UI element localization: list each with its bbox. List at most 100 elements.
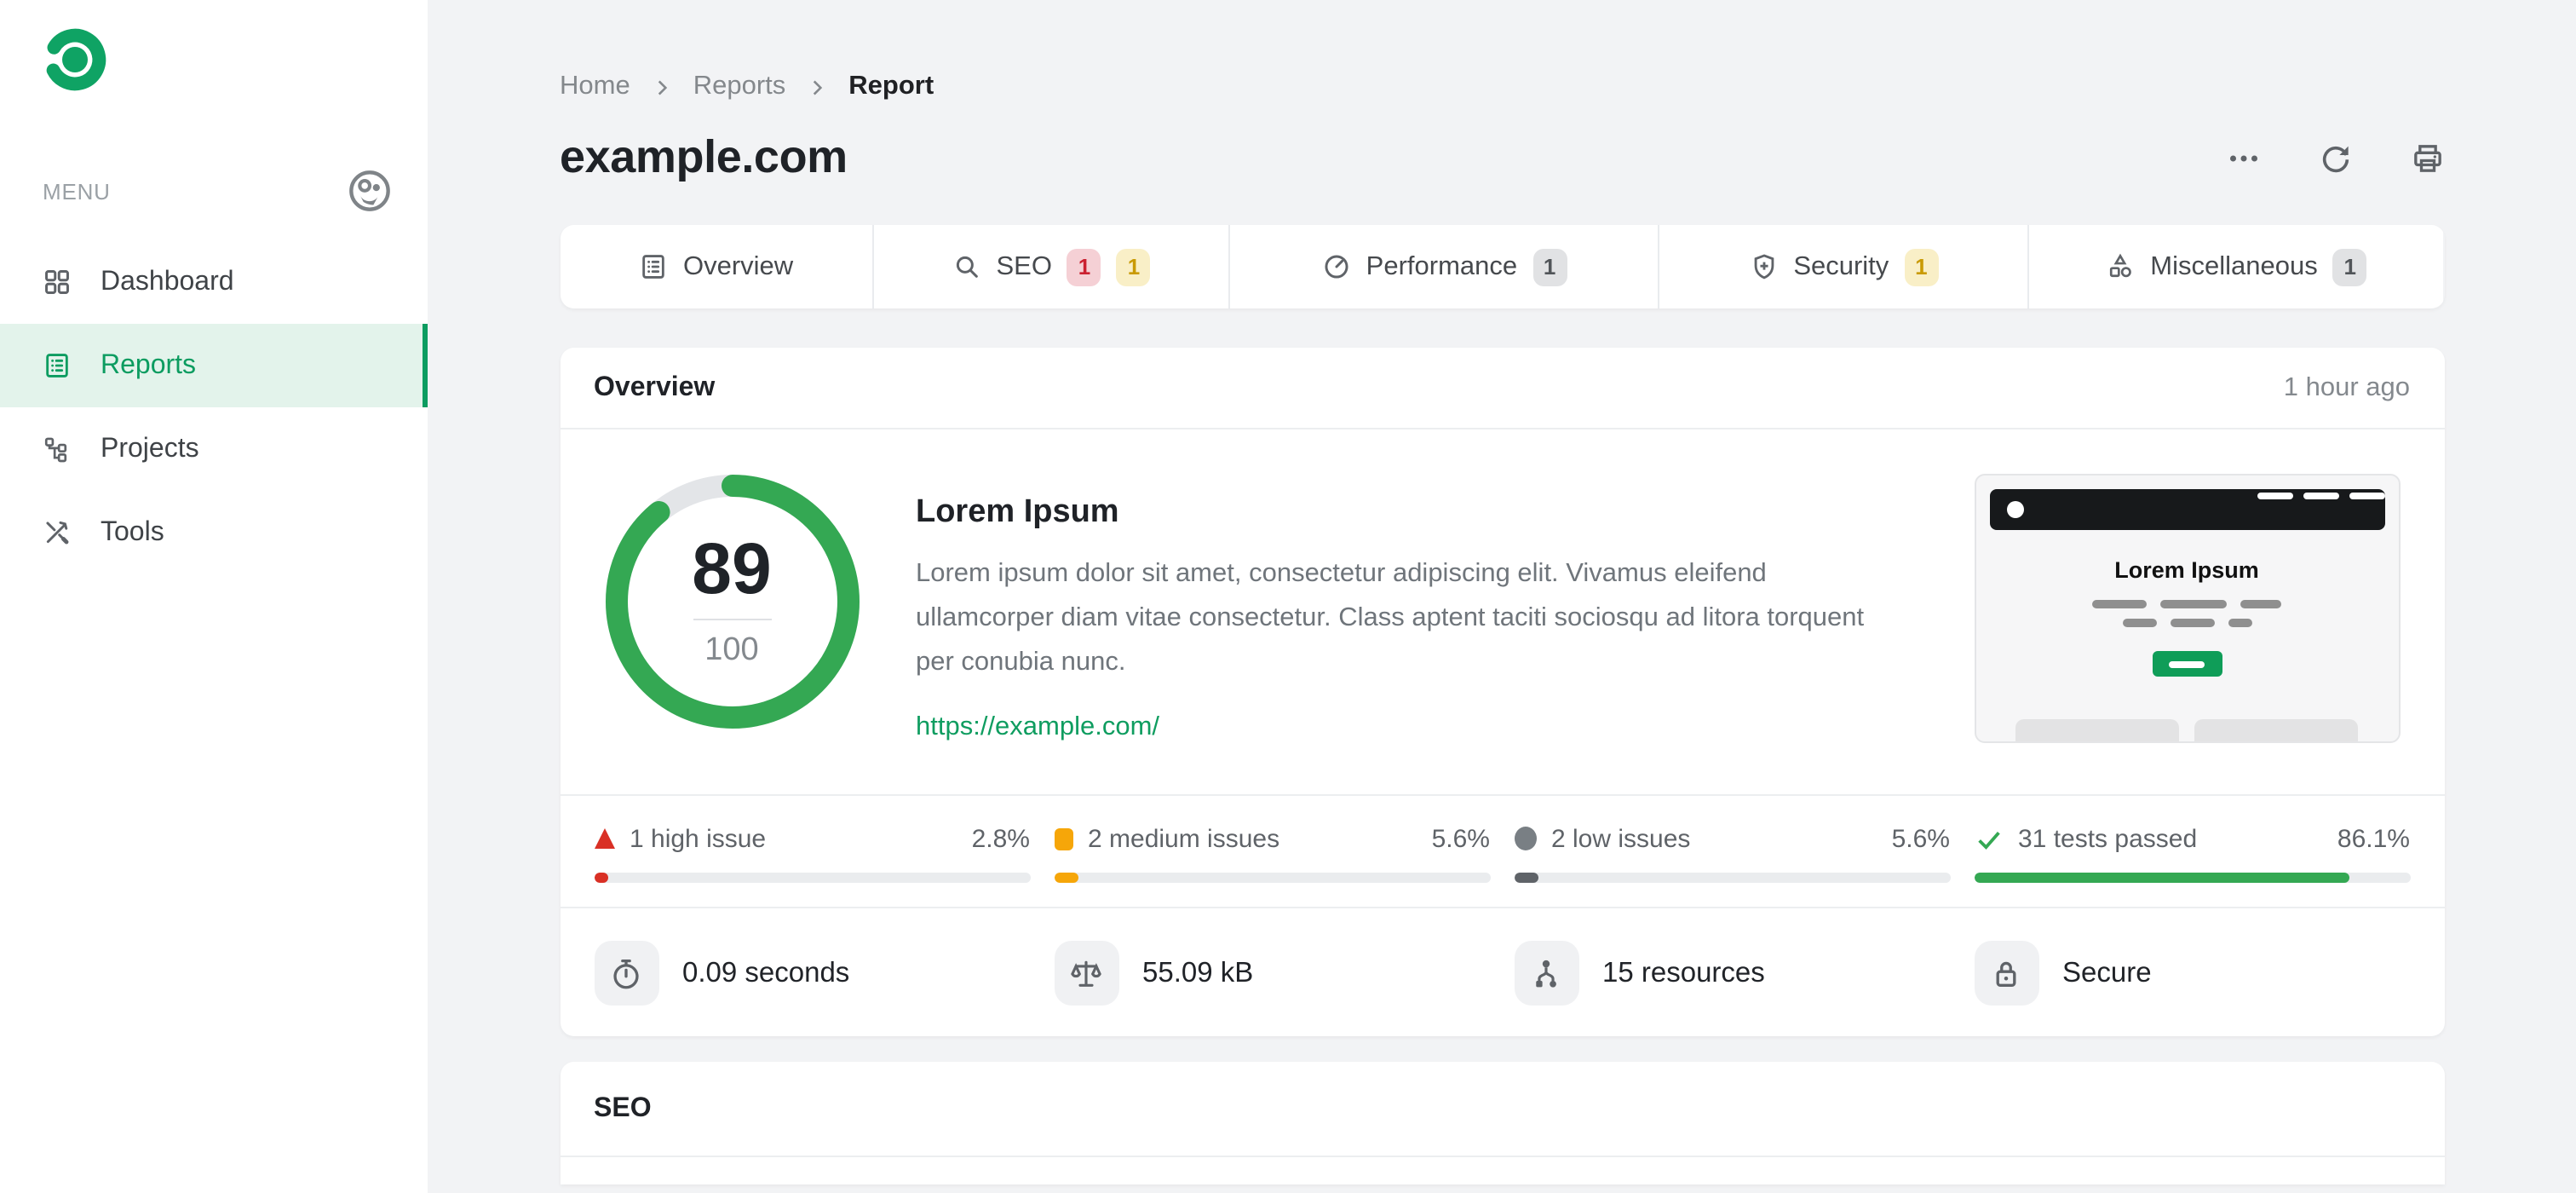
grid-icon [45,270,69,294]
score-value: 89 [692,528,772,608]
issue-stat-low: 2 low issues 5.6% [1514,823,1950,883]
search-icon [956,256,978,278]
medium-issue-icon [1054,827,1072,850]
progress-bar [594,873,1030,883]
tab-overview[interactable]: Overview [560,225,873,308]
issue-stat-high: 1 high issue 2.8% [594,823,1030,883]
issue-percent: 2.8% [971,824,1030,853]
sidebar-nav: Dashboard Reports Projects Tools [0,240,428,574]
breadcrumb-current: Report [848,72,934,101]
page-actions [2226,141,2444,175]
issue-label: 2 low issues [1551,824,1691,853]
seo-card: SEO [560,1062,2444,1184]
sidebar-item-projects[interactable]: Projects [0,407,428,491]
stat-page-size: 55.09 kB [1054,941,1490,1006]
refresh-icon [2321,145,2349,172]
tab-label: Overview [682,251,794,280]
site-preview-thumbnail: Lorem Ipsum [1974,474,2400,743]
chevron-right-icon [814,79,823,95]
check-icon [1977,830,1999,850]
stat-label: 55.09 kB [1142,957,1254,988]
sidebar-item-label: Dashboard [101,267,234,296]
ellipsis-icon [2229,154,2257,161]
progress-bar [1974,873,2410,883]
issue-stat-passed: 31 tests passed 86.1% [1974,823,2410,883]
tab-label: Performance [1366,251,1518,280]
site-description: Lorem ipsum dolor sit amet, consectetur … [916,559,1865,677]
issue-label: 1 high issue [630,824,767,853]
preview-nav-links [2257,493,2384,499]
stat-security: Secure [1974,941,2410,1006]
chevron-right-icon [658,79,667,95]
progress-bar [1514,873,1950,883]
progress-bar [1054,873,1490,883]
overview-icon [642,255,664,279]
stopwatch-icon [594,941,658,1006]
card-title: Overview [594,372,716,401]
issue-percent: 86.1% [2337,824,2410,853]
preview-cta-button [2152,651,2222,677]
resources-icon [1514,941,1578,1006]
seo-card-body [560,1157,2444,1184]
menu-label: MENU [43,178,111,204]
sidebar-item-label: Projects [101,434,199,463]
tab-label: Security [1793,251,1889,280]
main-area: Home Reports Report example.com Overview… [428,0,2576,1193]
site-url-link[interactable]: https://example.com/ [916,712,1159,743]
print-button[interactable] [2410,141,2444,175]
issue-percent: 5.6% [1431,824,1490,853]
tab-performance[interactable]: Performance 1 [1228,225,1659,308]
tab-label: Miscellaneous [2150,251,2318,280]
preview-logo-dot [2006,501,2023,518]
site-heading: Lorem Ipsum [916,494,1119,530]
gauge-icon [1325,255,1348,279]
issue-percent: 5.6% [1891,824,1950,853]
preview-text-line [1975,600,2398,608]
lock-icon [1974,941,2038,1006]
issue-count-badge: 1 [1532,248,1567,285]
tab-miscellaneous[interactable]: Miscellaneous 1 [2027,225,2444,308]
score-ring: 89 100 [604,474,860,729]
report-icon [46,354,68,377]
breadcrumb-reports[interactable]: Reports [693,72,786,102]
sidebar-item-label: Tools [101,517,164,546]
preview-cards [1975,719,2398,741]
more-options-button[interactable] [2226,141,2260,175]
issue-count-badge: 1 [2332,248,2367,285]
sitemap-icon [44,437,67,463]
breadcrumb-home[interactable]: Home [560,72,630,102]
sidebar: MENU Dashboard Reports Projects Tools [0,0,428,1193]
sidebar-item-label: Reports [101,350,197,379]
stat-resources: 15 resources [1514,941,1950,1006]
report-timestamp: 1 hour ago [2283,372,2410,401]
sidebar-item-reports[interactable]: Reports [0,324,428,407]
score-divider [693,619,771,620]
issue-count-badge: 1 [1116,248,1151,285]
stat-load-time: 0.09 seconds [594,941,1030,1006]
scale-icon [1054,941,1118,1006]
app-logo-icon[interactable] [41,26,109,94]
stat-label: 15 resources [1602,957,1765,988]
card-title: SEO [594,1093,652,1122]
issue-label: 31 tests passed [2018,824,2198,853]
stat-label: Secure [2062,957,2152,988]
score-max: 100 [704,632,759,668]
issues-summary: 1 high issue 2.8% 2 medium issues 5.6% 2… [560,794,2444,907]
sidebar-toggle-icon[interactable] [348,169,392,213]
shapes-icon [2110,253,2132,278]
tab-seo[interactable]: SEO 1 1 [872,225,1229,308]
sidebar-item-dashboard[interactable]: Dashboard [0,240,428,324]
report-tabs: Overview SEO 1 1 Performance 1 Security … [560,225,2444,308]
issue-stat-medium: 2 medium issues 5.6% [1054,823,1490,883]
issue-count-badge: 1 [1904,248,1939,285]
sidebar-item-tools[interactable]: Tools [0,491,428,574]
quick-stats: 0.09 seconds 55.09 kB 15 resources Secur… [560,907,2444,1036]
tab-security[interactable]: Security 1 [1658,225,2028,308]
low-issue-icon [1514,827,1536,850]
high-issue-icon [594,828,614,849]
page-title: example.com [560,131,848,182]
tab-label: SEO [996,251,1052,280]
breadcrumb: Home Reports Report [560,72,2444,102]
issue-label: 2 medium issues [1088,824,1280,853]
refresh-button[interactable] [2318,141,2352,175]
